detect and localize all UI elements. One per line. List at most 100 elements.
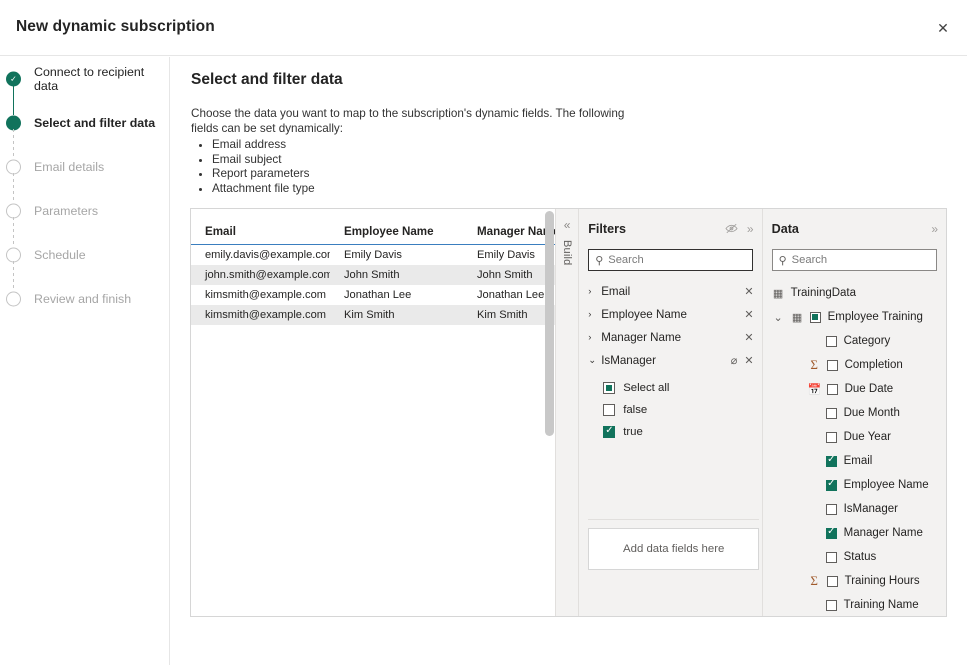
filter-value-label: true — [623, 426, 643, 438]
table-cell: kimsmith@example.com — [191, 305, 330, 325]
filters-pane: Filters » ⚲ Search ›Email✕›Employee Name… — [578, 209, 761, 616]
search-icon: ⚲ — [595, 254, 603, 267]
filter-card-name: IsManager — [601, 354, 724, 367]
add-data-fields-dropzone[interactable]: Add data fields here — [588, 528, 759, 570]
field-label: Due Year — [844, 431, 891, 443]
table-node[interactable]: ⌄ ▦ Employee Training — [763, 305, 946, 329]
chevron-right-icon[interactable]: › — [588, 332, 601, 343]
filter-card-ismanager[interactable]: ⌄IsManager ⌀ ✕ — [579, 349, 761, 372]
table-cell: john.smith@example.com — [191, 265, 330, 285]
field-checkbox[interactable] — [826, 432, 837, 443]
field-training-hours[interactable]: ΣTraining Hours — [763, 569, 946, 593]
field-completion[interactable]: Σ Completion — [763, 353, 946, 377]
filter-card-name: Employee Name — [601, 308, 737, 321]
filter-value-label: false — [623, 404, 647, 416]
data-search-input[interactable]: ⚲ Search — [772, 249, 937, 271]
field-category[interactable]: Category — [763, 329, 946, 353]
collapse-chevron-icon[interactable]: « — [564, 219, 571, 231]
remove-filter-icon[interactable]: ✕ — [744, 354, 753, 367]
step-bullet-icon — [6, 292, 21, 307]
search-icon: ⚲ — [779, 254, 787, 267]
table-row[interactable]: kimsmith@example.comJonathan LeeJonathan… — [191, 285, 555, 305]
field-training-name[interactable]: Training Name — [763, 593, 946, 617]
eye-slash-icon[interactable] — [725, 223, 738, 236]
wizard-step-parameters[interactable]: Parameters — [0, 189, 169, 233]
field-checkbox[interactable] — [826, 336, 837, 347]
build-pane-label[interactable]: Build — [561, 240, 573, 265]
field-checkbox[interactable] — [827, 360, 838, 371]
new-dynamic-subscription-dialog: New dynamic subscription ✕ ✓Connect to r… — [0, 0, 967, 665]
data-expand-chevron-icon[interactable]: » — [931, 223, 938, 235]
field-due-date[interactable]: 📅Due Date — [763, 377, 946, 401]
checkbox[interactable] — [603, 382, 615, 394]
table-row[interactable]: john.smith@example.comJohn SmithJohn Smi… — [191, 265, 555, 285]
field-checkbox[interactable] — [826, 552, 837, 563]
field-checkbox[interactable] — [827, 576, 838, 587]
chevron-right-icon[interactable]: › — [588, 286, 601, 297]
table-checkbox[interactable] — [810, 312, 821, 323]
data-pane-title: Data — [772, 222, 923, 236]
table-cell: Kim Smith — [463, 305, 555, 325]
filter-card-email[interactable]: ›Email ✕ — [579, 280, 761, 303]
step-label: Parameters — [34, 204, 98, 218]
close-icon[interactable]: ✕ — [927, 12, 959, 44]
table-vertical-scrollbar[interactable] — [545, 211, 554, 436]
dynamic-field-item: Email subject — [212, 153, 641, 168]
field-label: Due Date — [845, 383, 894, 395]
field-due-year[interactable]: Due Year — [763, 425, 946, 449]
field-status[interactable]: Status — [763, 545, 946, 569]
wizard-step-review-and-finish[interactable]: Review and finish — [0, 277, 169, 321]
field-email[interactable]: Email — [763, 449, 946, 473]
table-cell: Emily Davis — [463, 245, 555, 266]
data-table-pane[interactable]: EmailEmployee NameManager Name emily.dav… — [191, 209, 555, 616]
chevron-down-icon[interactable]: ⌄ — [588, 355, 601, 366]
filter-value-false[interactable]: false — [603, 399, 761, 421]
sigma-icon: Σ — [808, 357, 821, 373]
field-manager-name[interactable]: Manager Name — [763, 521, 946, 545]
field-due-month[interactable]: Due Month — [763, 401, 946, 425]
wizard-step-email-details[interactable]: Email details — [0, 145, 169, 189]
filters-expand-chevron-icon[interactable]: » — [747, 223, 754, 235]
table-column-header[interactable]: Email — [191, 221, 330, 245]
filter-value-select-all[interactable]: Select all — [603, 377, 761, 399]
field-checkbox[interactable] — [827, 384, 838, 395]
remove-filter-icon[interactable]: ✕ — [744, 285, 753, 298]
filter-value-true[interactable]: true — [603, 421, 761, 443]
field-label: Completion — [845, 359, 903, 371]
step-label: Select and filter data — [34, 116, 155, 130]
dataset-label: TrainingData — [791, 287, 856, 299]
wizard-step-connect-to-recipient-data[interactable]: ✓Connect to recipient data — [0, 57, 169, 101]
field-checkbox[interactable] — [826, 456, 837, 467]
remove-filter-icon[interactable]: ✕ — [744, 308, 753, 321]
step-label: Schedule — [34, 248, 86, 262]
table-row[interactable]: emily.davis@example.comEmily DavisEmily … — [191, 245, 555, 266]
chevron-right-icon[interactable]: › — [588, 309, 601, 320]
filter-card-name: Email — [601, 285, 737, 298]
field-checkbox[interactable] — [826, 528, 837, 539]
table-row[interactable]: kimsmith@example.comKim SmithKim Smith — [191, 305, 555, 325]
chevron-down-icon[interactable]: ⌄ — [772, 311, 785, 324]
table-column-header[interactable]: Manager Name — [463, 221, 555, 245]
recipient-data-table: EmailEmployee NameManager Name emily.dav… — [191, 221, 555, 325]
filters-search-input[interactable]: ⚲ Search — [588, 249, 752, 271]
field-label: Training Name — [844, 599, 919, 611]
wizard-step-schedule[interactable]: Schedule — [0, 233, 169, 277]
field-checkbox[interactable] — [826, 504, 837, 515]
field-employee-name[interactable]: Employee Name — [763, 473, 946, 497]
checkbox[interactable] — [603, 426, 615, 438]
table-label: Employee Training — [828, 311, 923, 323]
wizard-step-select-and-filter-data[interactable]: Select and filter data — [0, 101, 169, 145]
checkbox[interactable] — [603, 404, 615, 416]
dataset-node[interactable]: ▦ TrainingData — [763, 281, 946, 305]
filters-search-placeholder: Search — [608, 254, 643, 266]
remove-filter-icon[interactable]: ✕ — [744, 331, 753, 344]
filter-card-manager-name[interactable]: ›Manager Name✕ — [579, 326, 761, 349]
table-column-header[interactable]: Employee Name — [330, 221, 463, 245]
field-checkbox[interactable] — [826, 480, 837, 491]
field-ismanager[interactable]: IsManager — [763, 497, 946, 521]
field-checkbox[interactable] — [826, 408, 837, 419]
filter-card-employee-name[interactable]: ›Employee Name ✕ — [579, 303, 761, 326]
data-pane: Data » ⚲ Search ▦ TrainingData ⌄ ▦ — [762, 209, 946, 616]
eraser-icon[interactable]: ⌀ — [731, 354, 738, 367]
field-checkbox[interactable] — [826, 600, 837, 611]
